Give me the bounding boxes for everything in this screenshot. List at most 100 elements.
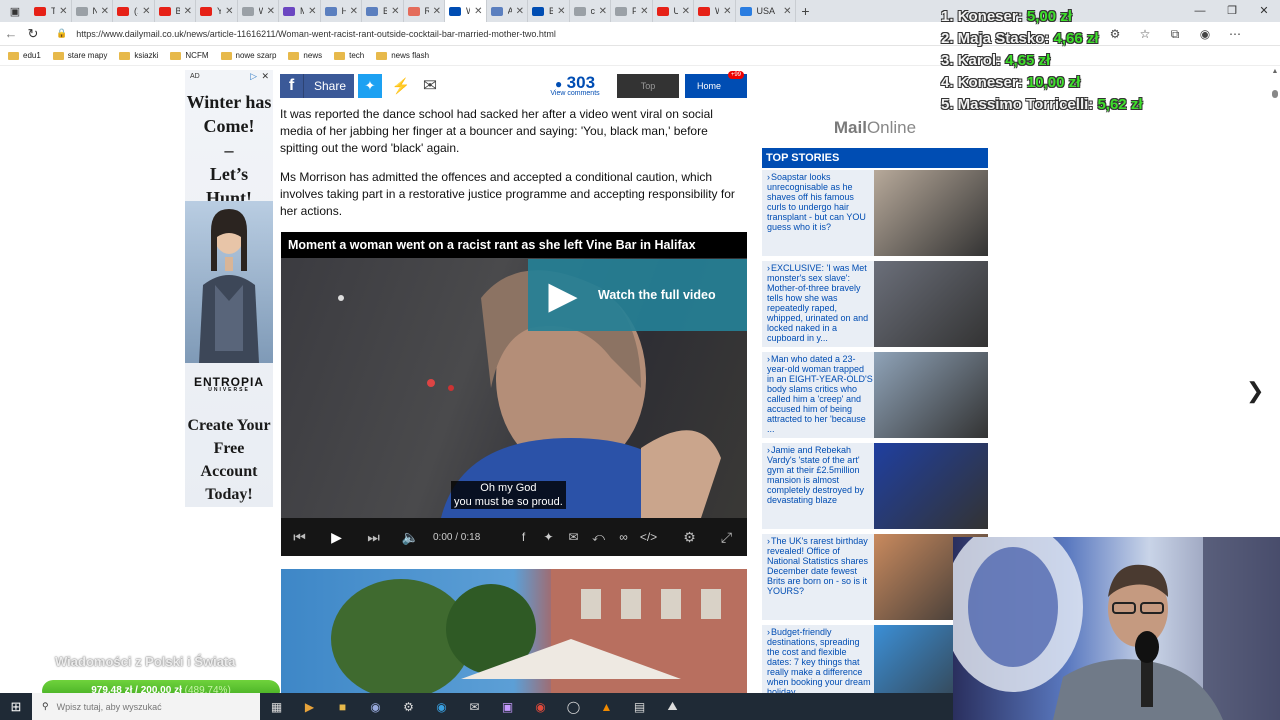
browser-tab[interactable]: USA ✕ xyxy=(736,0,796,22)
browser-tab[interactable]: YouT ✕ xyxy=(196,0,238,22)
browser-tab[interactable]: Wh ✕ xyxy=(694,0,736,22)
tab-close-icon[interactable]: ✕ xyxy=(184,6,192,17)
window-menu-icon[interactable]: ▣ xyxy=(0,0,30,22)
top-story[interactable]: Jamie and Rebekah Vardy's 'state of the … xyxy=(762,443,988,529)
photos-icon[interactable]: ⛰ xyxy=(656,693,689,720)
adchoices-icon[interactable]: ▷ xyxy=(250,71,257,82)
more-icon[interactable]: ⋯ xyxy=(1220,24,1250,44)
close-window-icon[interactable]: ✕ xyxy=(1248,0,1280,22)
tab-close-icon[interactable]: ✕ xyxy=(599,6,607,17)
scroll-up-icon[interactable]: ▲ xyxy=(1270,68,1280,75)
tab-close-icon[interactable]: ✕ xyxy=(433,6,441,17)
url-field[interactable]: 🔒 https://www.dailymail.co.uk/news/artic… xyxy=(56,24,1096,44)
mailonline-logo[interactable]: MailOnline xyxy=(762,118,988,138)
vlc-icon[interactable]: ▲ xyxy=(590,693,623,720)
restore-icon[interactable]: ❐ xyxy=(1216,0,1248,22)
home-button[interactable]: Home +99 xyxy=(685,71,747,98)
reload-icon[interactable]: ↻ xyxy=(22,26,44,42)
top-story[interactable]: Man who dated a 23-year-old woman trappe… xyxy=(762,352,988,438)
link-icon[interactable]: ∞ xyxy=(611,530,636,544)
chrome-icon[interactable]: ◉ xyxy=(524,693,557,720)
file-explorer-icon[interactable]: ■ xyxy=(326,693,359,720)
browser-tab[interactable]: Maja ✕ xyxy=(279,0,321,22)
tab-close-icon[interactable]: ✕ xyxy=(516,6,524,17)
fullscreen-icon[interactable]: ⤢ xyxy=(708,529,745,546)
facebook-share-button[interactable]: f Share xyxy=(280,74,354,98)
mail-icon[interactable]: ✉ xyxy=(458,693,491,720)
top-story[interactable]: Soapstar looks unrecognisable as he shav… xyxy=(762,170,988,256)
bookmark-folder[interactable]: nowe szarp xyxy=(220,51,276,60)
ad-close-icon[interactable]: ✕ xyxy=(261,71,269,82)
email-icon[interactable]: ✉ xyxy=(561,530,586,544)
tab-close-icon[interactable]: ✕ xyxy=(225,6,233,17)
task-view-icon[interactable]: ▦ xyxy=(260,693,293,720)
top-story-thumbnail[interactable] xyxy=(874,443,988,529)
tab-close-icon[interactable]: ✕ xyxy=(101,6,109,17)
video-player[interactable]: Moment a woman went on a racist rant as … xyxy=(281,232,747,556)
bookmark-folder[interactable]: news flash xyxy=(376,51,429,60)
top-story-headline[interactable]: EXCLUSIVE: 'I was Met monster's sex slav… xyxy=(767,263,873,343)
top-story-headline[interactable]: Jamie and Rebekah Vardy's 'state of the … xyxy=(767,445,873,505)
bookmark-folder[interactable]: NCFM xyxy=(170,51,209,60)
obs-icon[interactable]: ◯ xyxy=(557,693,590,720)
browser-tab[interactable]: Red ✕ xyxy=(404,0,445,22)
next-icon[interactable]: ⏭ xyxy=(355,529,392,546)
top-button[interactable]: Top xyxy=(617,74,679,98)
browser-tab[interactable]: Won ✕ xyxy=(445,0,487,22)
browser-tab[interactable]: Ham ✕ xyxy=(321,0,362,22)
premiere-icon[interactable]: ▣ xyxy=(491,693,524,720)
browser-tab[interactable]: Trans ✕ xyxy=(30,0,72,22)
settings-icon[interactable]: ⚙ xyxy=(392,693,425,720)
top-story-headline[interactable]: Soapstar looks unrecognisable as he shav… xyxy=(767,172,873,232)
video-frame[interactable]: ▶ Watch the full video Oh my God you mus… xyxy=(281,258,747,518)
volume-icon[interactable]: 🔈 xyxy=(392,529,429,546)
chevron-right-icon[interactable]: ❯ xyxy=(1246,378,1264,404)
embed-icon[interactable]: </> xyxy=(636,530,661,544)
bookmark-folder[interactable]: stare mapy xyxy=(52,51,107,60)
new-tab-button[interactable]: + xyxy=(796,3,816,19)
previous-icon[interactable]: ⏮ xyxy=(281,529,318,546)
top-story-headline[interactable]: Budget-friendly destinations, spreading … xyxy=(767,627,873,693)
windows-start-icon[interactable]: ⊞ xyxy=(0,699,32,715)
tab-close-icon[interactable]: ✕ xyxy=(557,6,565,17)
video-editor-icon[interactable]: ▤ xyxy=(623,693,656,720)
tab-close-icon[interactable]: ✕ xyxy=(267,6,275,17)
tab-close-icon[interactable]: ✕ xyxy=(350,6,358,17)
tab-close-icon[interactable]: ✕ xyxy=(59,6,67,17)
view-comments-link[interactable]: View comments xyxy=(544,90,606,97)
tab-close-icon[interactable]: ✕ xyxy=(723,6,731,17)
tab-close-icon[interactable]: ✕ xyxy=(474,6,482,17)
bookmark-folder[interactable]: edu1 xyxy=(8,51,41,60)
share-icon[interactable]: ⤺ xyxy=(586,530,611,545)
browser-tab[interactable]: (1) K ✕ xyxy=(113,0,155,22)
back-icon[interactable]: ← xyxy=(0,26,22,41)
browser-tab[interactable]: Boy ✕ xyxy=(362,0,404,22)
comments-counter[interactable]: ● 303 View comments xyxy=(544,73,606,97)
twitter-icon[interactable]: ✦ xyxy=(536,530,561,544)
twitter-share-icon[interactable]: ✦ xyxy=(358,74,382,98)
edge-browser-icon[interactable]: ◉ xyxy=(425,693,458,720)
bookmark-folder[interactable]: tech xyxy=(334,51,364,60)
top-story-headline[interactable]: Man who dated a 23-year-old woman trappe… xyxy=(767,354,873,434)
advertisement[interactable]: AD ▷ ✕ Winter has Come! – Let’s Hunt! EN… xyxy=(185,70,273,507)
email-share-icon[interactable]: ✉ xyxy=(418,74,442,98)
top-story[interactable]: EXCLUSIVE: 'I was Met monster's sex slav… xyxy=(762,261,988,347)
tab-close-icon[interactable]: ✕ xyxy=(308,6,316,17)
taskbar-search-box[interactable]: ⚲ Wpisz tutaj, aby wyszukać xyxy=(32,693,260,720)
tab-close-icon[interactable]: ✕ xyxy=(640,6,648,17)
paint-icon[interactable]: ◉ xyxy=(359,693,392,720)
facebook-icon[interactable]: f xyxy=(511,530,536,544)
browser-tab[interactable]: Now ✕ xyxy=(72,0,113,22)
tab-close-icon[interactable]: ✕ xyxy=(783,6,791,17)
browser-tab[interactable]: Afgh ✕ xyxy=(487,0,528,22)
top-story-thumbnail[interactable] xyxy=(874,170,988,256)
top-story-thumbnail[interactable] xyxy=(874,352,988,438)
browser-tab[interactable]: ULTI ✕ xyxy=(653,0,694,22)
messenger-share-icon[interactable]: ⚡ xyxy=(390,75,412,97)
browser-tab[interactable]: com ✕ xyxy=(570,0,611,22)
top-story-headline[interactable]: The UK's rarest birthday revealed! Offic… xyxy=(767,536,873,596)
tab-close-icon[interactable]: ✕ xyxy=(682,6,690,17)
tab-close-icon[interactable]: ✕ xyxy=(391,6,399,17)
media-player-icon[interactable]: ▶ xyxy=(293,693,326,720)
bookmark-folder[interactable]: ksiazki xyxy=(119,51,158,60)
